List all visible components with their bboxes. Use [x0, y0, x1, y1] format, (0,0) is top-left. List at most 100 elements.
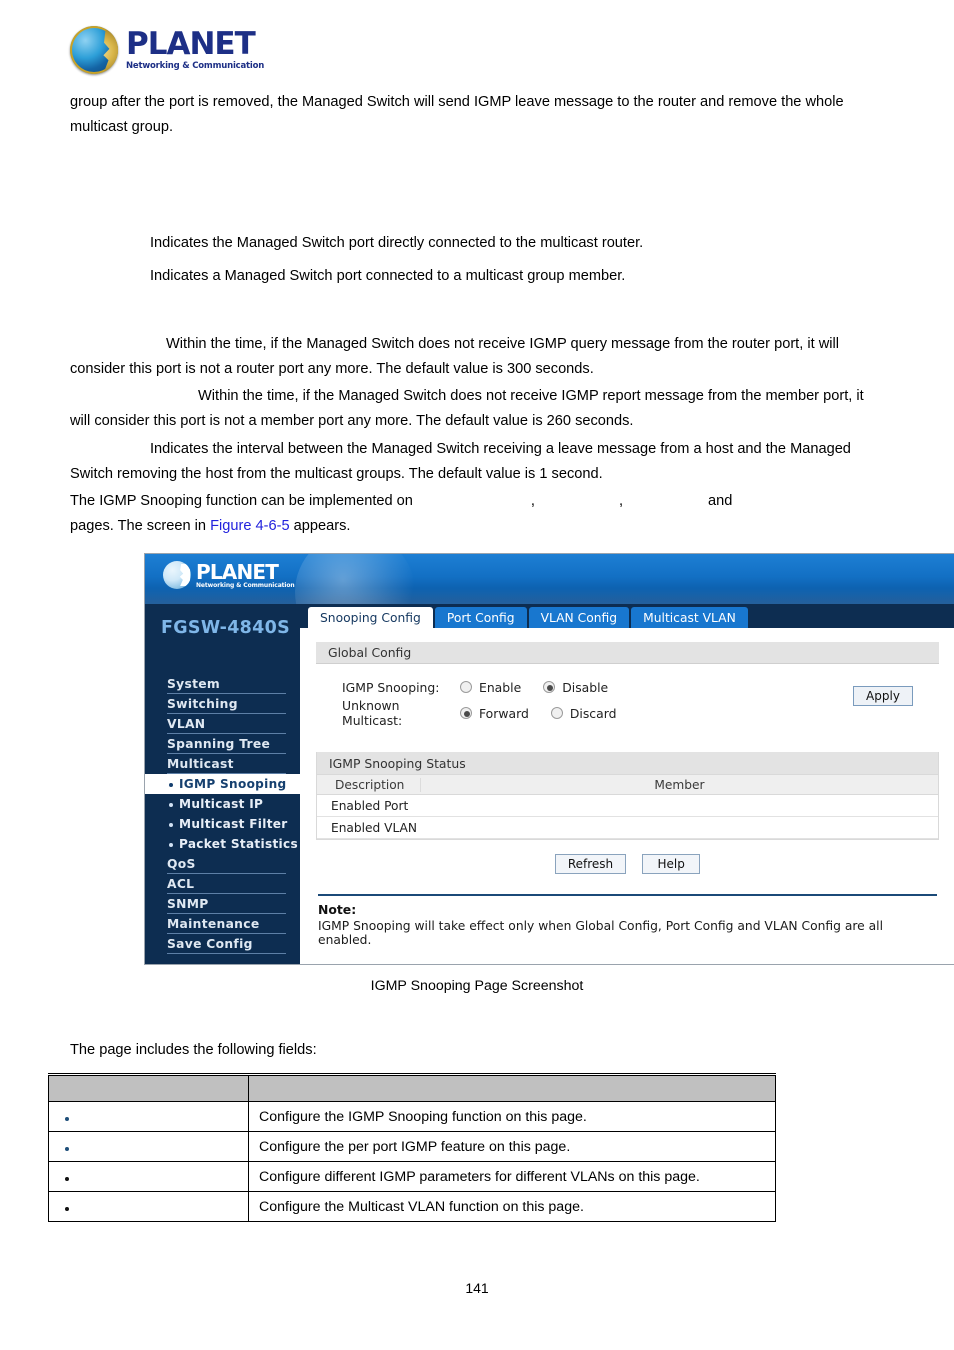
- radio-icon[interactable]: [460, 681, 472, 693]
- implemented-and-text: and: [708, 493, 733, 509]
- sidebar-label: Multicast: [167, 757, 234, 771]
- sidebar-item-vlan[interactable]: VLAN: [145, 714, 300, 734]
- global-config-section-title: Global Config: [316, 642, 939, 664]
- sidebar-item-igmp-snooping[interactable]: IGMP Snooping: [145, 774, 300, 794]
- planet-logo: PLANET Networking & Communication: [70, 22, 270, 78]
- igmp-disable-label: Disable: [562, 679, 609, 695]
- bullet-icon: [65, 1176, 69, 1181]
- table-row: Configure the per port IGMP feature on t…: [48, 1131, 776, 1162]
- tab-multicast-vlan[interactable]: Multicast VLAN: [631, 607, 748, 628]
- bullet-icon: [169, 822, 173, 827]
- implemented-tail-1: pages. The screen in: [70, 518, 207, 534]
- implemented-lead-text: The IGMP Snooping function can be implem…: [70, 493, 413, 509]
- global-config-body: IGMP Snooping: Enable Disable Unknown Mu…: [316, 664, 939, 740]
- igmp-snooping-status-block: IGMP Snooping Status Description Member …: [316, 752, 939, 840]
- radio-icon-selected[interactable]: [460, 707, 472, 719]
- unknown-forward-label: Forward: [479, 705, 529, 721]
- page-number: 141: [465, 1280, 489, 1296]
- sidebar-label: Maintenance: [167, 917, 260, 931]
- sidebar-label: Switching: [167, 697, 238, 711]
- unknown-multicast-discard-option[interactable]: Discard: [550, 706, 616, 721]
- ui-globe-icon: [163, 561, 191, 589]
- field-description-cell: Configure the per port IGMP feature on t…: [248, 1131, 776, 1162]
- field-description-cell: Configure the Multicast VLAN function on…: [248, 1191, 776, 1222]
- refresh-button[interactable]: Refresh: [554, 854, 627, 874]
- table-row: Configure the Multicast VLAN function on…: [48, 1191, 776, 1222]
- header-cell-object: [48, 1073, 249, 1102]
- table-header-row: [48, 1073, 776, 1102]
- sidebar-label: QoS: [167, 857, 196, 871]
- sidebar-label: Save Config: [167, 937, 253, 951]
- sidebar-item-multicast[interactable]: Multicast: [145, 754, 300, 774]
- igmp-snooping-disable-option[interactable]: Disable: [543, 680, 608, 695]
- sidebar-label: SNMP: [167, 897, 209, 911]
- sidebar-item-snmp[interactable]: SNMP: [145, 894, 300, 914]
- sidebar-item-packet-statistics[interactable]: Packet Statistics: [145, 834, 300, 854]
- sidebar-label: Multicast IP: [179, 797, 264, 811]
- sidebar-item-system[interactable]: System: [145, 674, 300, 694]
- bullet-icon: [169, 782, 173, 787]
- radio-icon[interactable]: [550, 707, 563, 719]
- sidebar-item-qos[interactable]: QoS: [145, 854, 300, 874]
- table-row: Enabled VLAN: [317, 817, 938, 839]
- bullet-icon: [169, 802, 173, 807]
- field-description-cell: Configure the IGMP Snooping function on …: [248, 1101, 776, 1132]
- router-port-description: Indicates the Managed Switch port direct…: [150, 235, 644, 251]
- leave-time-description: Indicates the interval between the Manag…: [70, 441, 851, 482]
- bullet-icon: [65, 1146, 69, 1151]
- igmp-snooping-label: IGMP Snooping:: [342, 679, 440, 695]
- field-label-cell: [48, 1161, 249, 1192]
- sidebar-item-multicast-filter[interactable]: Multicast Filter: [145, 814, 300, 834]
- header-cell-description: [248, 1073, 776, 1102]
- table-row: Enabled Port: [317, 795, 938, 817]
- brand-name: PLANET: [126, 26, 256, 63]
- help-button[interactable]: Help: [642, 854, 701, 874]
- sidebar-item-save-config[interactable]: Save Config: [145, 934, 300, 954]
- sidebar-item-multicast-ip[interactable]: Multicast IP: [145, 794, 300, 814]
- fields-intro-text: The page includes the following fields:: [70, 1042, 317, 1058]
- implemented-comma-1: ,: [530, 493, 535, 509]
- sidebar-nav: System Switching VLAN Spanning Tree Mult…: [145, 674, 300, 954]
- sidebar-label: Spanning Tree: [167, 737, 271, 751]
- status-row-description: Enabled VLAN: [331, 820, 417, 835]
- sidebar-label: IGMP Snooping: [179, 777, 287, 791]
- tab-vlan-config[interactable]: VLAN Config: [528, 607, 630, 628]
- field-description-cell: Configure different IGMP parameters for …: [248, 1161, 776, 1192]
- figure-link[interactable]: Figure 4-6-5: [210, 518, 290, 534]
- sidebar-label: Packet Statistics: [179, 837, 298, 851]
- note-text: IGMP Snooping will take effect only when…: [318, 919, 884, 947]
- sidebar-item-maintenance[interactable]: Maintenance: [145, 914, 300, 934]
- ui-brand-tagline: Networking & Communication: [196, 581, 295, 589]
- radio-icon-selected[interactable]: [543, 681, 556, 693]
- igmp-snooping-row: IGMP Snooping: Enable Disable: [316, 674, 939, 700]
- ui-banner: PLANET Networking & Communication: [145, 554, 954, 604]
- field-label-cell: [48, 1101, 249, 1132]
- field-description-table: Configure the IGMP Snooping function on …: [48, 1073, 776, 1222]
- note-title: Note:: [318, 902, 357, 917]
- planet-globe-icon: [70, 26, 118, 74]
- sidebar-label: System: [167, 677, 221, 691]
- bullet-icon: [65, 1116, 69, 1121]
- sidebar-label: Multicast Filter: [179, 817, 288, 831]
- note-divider: [318, 894, 937, 896]
- igmp-snooping-enable-option[interactable]: Enable: [460, 680, 521, 695]
- tab-port-config[interactable]: Port Config: [434, 607, 527, 628]
- tab-snooping-config[interactable]: Snooping Config: [308, 607, 433, 628]
- unknown-multicast-forward-option[interactable]: Forward: [460, 706, 529, 721]
- sidebar-item-switching[interactable]: Switching: [145, 694, 300, 714]
- device-model-name: FGSW-4840S: [161, 618, 291, 638]
- member-port-time-description: Within the time, if the Managed Switch d…: [70, 388, 864, 429]
- sidebar-label: ACL: [167, 877, 195, 891]
- snooping-config-panel: Global Config IGMP Snooping: Enable Disa…: [300, 628, 954, 947]
- router-port-time-description: Within the time, if the Managed Switch d…: [70, 336, 839, 377]
- table-row: Configure the IGMP Snooping function on …: [48, 1101, 776, 1132]
- sidebar-item-spanning-tree[interactable]: Spanning Tree: [145, 734, 300, 754]
- switch-web-ui-screenshot: PLANET Networking & Communication FGSW-4…: [144, 553, 954, 965]
- planet-wordmark: PLANET Networking & Communication: [126, 29, 264, 71]
- unknown-multicast-label: Unknown Multicast:: [342, 698, 403, 728]
- apply-button[interactable]: Apply: [853, 686, 913, 706]
- sidebar-item-acl[interactable]: ACL: [145, 874, 300, 894]
- ui-planet-logo: PLANET Networking & Communication: [163, 561, 295, 589]
- implemented-comma-2: ,: [618, 493, 624, 509]
- brand-tagline: Networking & Communication: [126, 61, 265, 72]
